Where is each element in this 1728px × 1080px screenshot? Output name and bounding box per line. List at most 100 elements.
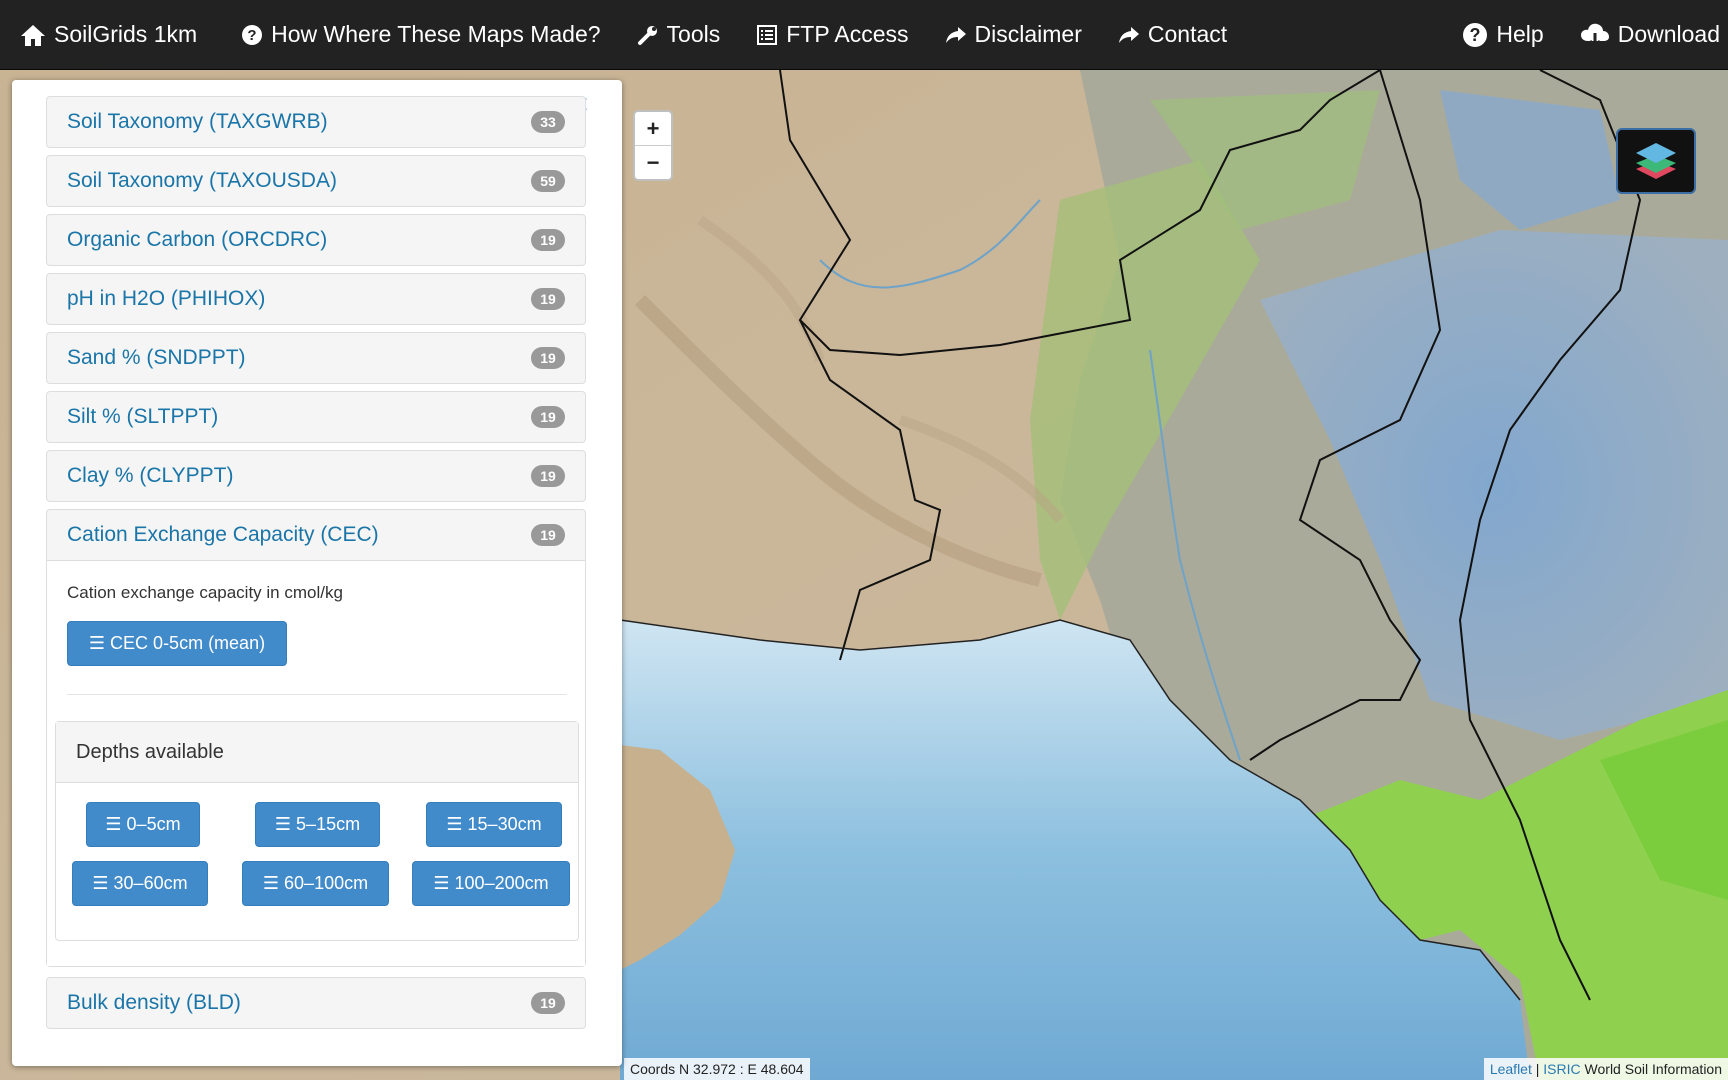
panel-sndppt: Sand % (SNDPPT) 19 — [46, 332, 586, 384]
menu-icon: ☰ — [88, 633, 106, 653]
nav-help-label: Help — [1496, 21, 1544, 47]
depth-button-30-60[interactable]: ☰ 30–60cm — [72, 861, 208, 906]
map-attribution: Leaflet | ISRIC World Soil Information — [1483, 1058, 1728, 1080]
panel-orcdrc: Organic Carbon (ORCDRC) 19 — [46, 214, 586, 266]
nav-how-maps-made[interactable]: ? How Where These Maps Made? — [223, 0, 618, 70]
depth-button-5-15[interactable]: ☰ 5–15cm — [255, 802, 380, 847]
depth-button-15-30[interactable]: ☰ 15–30cm — [426, 802, 562, 847]
count-badge: 19 — [531, 524, 565, 546]
nav-help[interactable]: ? Help — [1444, 0, 1561, 70]
menu-icon: ☰ — [274, 814, 292, 834]
panel-heading[interactable]: Sand % (SNDPPT) 19 — [47, 333, 585, 383]
panel-sltppt: Silt % (SLTPPT) 19 — [46, 391, 586, 443]
panel-clyppt: Clay % (CLYPPT) 19 — [46, 450, 586, 502]
nav-contact-label: Contact — [1147, 21, 1228, 47]
zoom-in-button[interactable]: + — [635, 112, 671, 146]
menu-icon: ☰ — [105, 814, 122, 834]
button-label: 0–5cm — [126, 814, 181, 834]
panel-taxgwrb: Soil Taxonomy (TAXGWRB) 33 — [46, 96, 586, 148]
nav-disclaimer[interactable]: Disclaimer — [927, 0, 1100, 70]
question-circle-icon: ? — [242, 24, 263, 45]
depth-button-60-100[interactable]: ☰ 60–100cm — [242, 861, 389, 906]
menu-icon: ☰ — [262, 873, 280, 893]
isric-link[interactable]: ISRIC — [1543, 1061, 1580, 1077]
panel-title[interactable]: Silt % (SLTPPT) — [67, 405, 218, 429]
attribution-separator: | — [1535, 1061, 1540, 1077]
svg-text:?: ? — [248, 27, 257, 44]
panel-title[interactable]: pH in H2O (PHIHOX) — [67, 287, 265, 311]
panel-heading[interactable]: Soil Taxonomy (TAXGWRB) 33 — [47, 97, 585, 147]
panel-heading[interactable]: Organic Carbon (ORCDRC) 19 — [47, 215, 585, 265]
layers-toggle-button[interactable] — [1616, 128, 1696, 194]
menu-icon: ☰ — [446, 814, 463, 834]
nav-disclaimer-label: Disclaimer — [974, 21, 1082, 47]
wrench-icon — [637, 25, 657, 45]
count-badge: 19 — [531, 229, 565, 251]
panel-cec: Cation Exchange Capacity (CEC) 19 Cation… — [46, 509, 586, 967]
count-badge: 19 — [531, 992, 565, 1014]
menu-icon: ☰ — [433, 873, 450, 893]
brand-label: SoilGrids 1km — [54, 21, 198, 47]
nav-how-label: How Where These Maps Made? — [271, 21, 601, 47]
layer-description: Cation exchange capacity in cmol/kg — [67, 583, 343, 602]
panel-taxousda: Soil Taxonomy (TAXOUSDA) 59 — [46, 155, 586, 207]
panel-heading[interactable]: Silt % (SLTPPT) 19 — [47, 392, 585, 442]
button-label: 100–200cm — [454, 873, 549, 893]
attribution-text: World Soil Information — [1584, 1061, 1722, 1077]
panel-heading[interactable]: pH in H2O (PHIHOX) 19 — [47, 274, 585, 324]
panel-title[interactable]: Bulk density (BLD) — [67, 991, 241, 1015]
depths-heading: Depths available — [56, 722, 578, 783]
panel-title[interactable]: Clay % (CLYPPT) — [67, 464, 233, 488]
button-label: 5–15cm — [296, 814, 361, 834]
button-label: 30–60cm — [113, 873, 188, 893]
nav-download[interactable]: Download — [1562, 0, 1728, 70]
panel-title[interactable]: Organic Carbon (ORCDRC) — [67, 228, 327, 252]
nav-tools-label: Tools — [666, 21, 721, 47]
panel-heading[interactable]: Bulk density (BLD) 19 — [47, 978, 585, 1028]
button-label: CEC 0-5cm (mean) — [110, 633, 266, 653]
nav-download-label: Download — [1617, 21, 1720, 47]
depth-button-0-5[interactable]: ☰ 0–5cm — [86, 802, 200, 847]
layer-sidebar: × Soil Taxonomy (TAXGWRB) 33 Soil Taxono… — [12, 80, 622, 1066]
panel-phihox: pH in H2O (PHIHOX) 19 — [46, 273, 586, 325]
button-label: 15–30cm — [467, 814, 542, 834]
divider — [67, 694, 567, 695]
nav-ftp-label: FTP Access — [786, 21, 909, 47]
panel-body: Cation exchange capacity in cmol/kg ☰ CE… — [47, 560, 585, 966]
count-badge: 19 — [531, 347, 565, 369]
nav-ftp-access[interactable]: FTP Access — [738, 0, 926, 70]
cec-mean-layer-button[interactable]: ☰ CEC 0-5cm (mean) — [67, 621, 287, 666]
panel-heading[interactable]: Cation Exchange Capacity (CEC) 19 — [47, 510, 585, 560]
cloud-download-icon — [1580, 23, 1609, 49]
count-badge: 19 — [531, 406, 565, 428]
share-arrow-icon — [1118, 26, 1139, 43]
panel-title[interactable]: Sand % (SNDPPT) — [67, 346, 246, 370]
list-alt-icon — [757, 24, 778, 45]
top-navbar: SoilGrids 1km ? How Where These Maps Mad… — [0, 0, 1728, 70]
count-badge: 33 — [531, 111, 565, 133]
leaflet-link[interactable]: Leaflet — [1490, 1061, 1532, 1077]
panel-bld: Bulk density (BLD) 19 — [46, 977, 586, 1029]
depths-panel: Depths available ☰ 0–5cm ☰ 5–15cm ☰ 15–3… — [55, 721, 579, 941]
panel-title[interactable]: Soil Taxonomy (TAXOUSDA) — [67, 169, 337, 193]
menu-icon: ☰ — [92, 873, 109, 893]
coordinates-readout: Coords N 32.972 : E 48.604 — [624, 1058, 810, 1080]
panel-heading[interactable]: Soil Taxonomy (TAXOUSDA) 59 — [47, 156, 585, 206]
panel-title[interactable]: Soil Taxonomy (TAXGWRB) — [67, 110, 328, 134]
question-circle-icon: ? — [1463, 22, 1488, 47]
panel-heading[interactable]: Clay % (CLYPPT) 19 — [47, 451, 585, 501]
zoom-out-button[interactable]: − — [635, 146, 671, 179]
count-badge: 59 — [531, 170, 565, 192]
nav-contact[interactable]: Contact — [1100, 0, 1245, 70]
button-label: 60–100cm — [284, 873, 369, 893]
svg-text:?: ? — [1470, 25, 1481, 45]
brand-link[interactable]: SoilGrids 1km — [0, 0, 223, 70]
home-icon — [21, 24, 45, 46]
layers-icon — [1636, 143, 1676, 179]
depth-button-100-200[interactable]: ☰ 100–200cm — [412, 861, 570, 906]
panel-title[interactable]: Cation Exchange Capacity (CEC) — [67, 523, 379, 547]
count-badge: 19 — [531, 288, 565, 310]
zoom-control: + − — [633, 110, 673, 181]
count-badge: 19 — [531, 465, 565, 487]
nav-tools[interactable]: Tools — [619, 0, 739, 70]
